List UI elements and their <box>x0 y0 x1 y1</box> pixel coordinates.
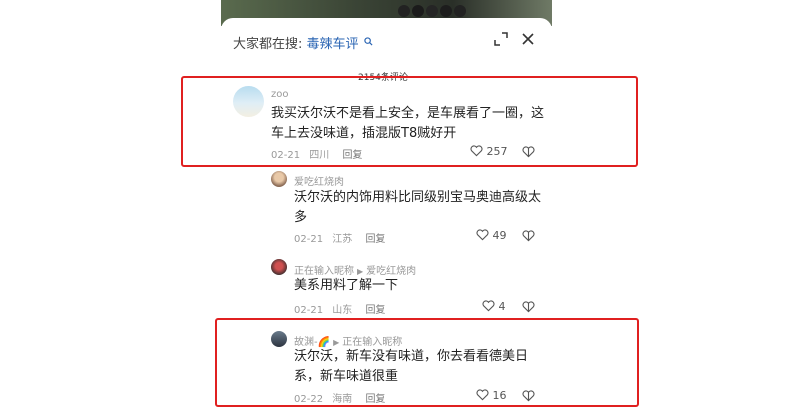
comment-location: 江苏 <box>332 234 353 245</box>
comment-text: 沃尔沃的内饰用料比同级别宝马奥迪高级太多 <box>294 190 542 225</box>
search-suggestion[interactable]: 大家都在搜: 毒辣车评 <box>233 33 373 52</box>
like-count: 49 <box>492 229 507 242</box>
comment-username-row: 正在输入昵称 ▶ 爱吃红烧肉 <box>294 262 416 277</box>
reply-button[interactable]: 回复 <box>365 305 385 316</box>
avatar[interactable] <box>271 259 287 275</box>
reply-arrow-icon: ▶ <box>357 267 364 276</box>
comment-meta: 02-21 江苏 回复 <box>294 230 385 245</box>
comment-location: 山东 <box>332 305 353 316</box>
like-count: 4 <box>498 300 506 313</box>
search-prefix: 大家都在搜: <box>233 37 303 52</box>
close-icon[interactable] <box>521 32 535 46</box>
comment-username[interactable]: 爱吃红烧肉 <box>294 173 344 188</box>
search-term-link[interactable]: 毒辣车评 <box>307 37 359 52</box>
dislike-icon[interactable] <box>522 301 535 313</box>
avatar[interactable] <box>271 171 287 187</box>
search-icon <box>364 37 373 46</box>
reply-button[interactable]: 回复 <box>365 234 385 245</box>
comment-date: 02-21 <box>294 234 324 245</box>
like-button[interactable]: 49 <box>476 229 507 242</box>
highlight-box <box>215 318 639 407</box>
like-button[interactable]: 4 <box>482 300 506 313</box>
heart-icon <box>476 229 489 241</box>
comment-text: 美系用料了解一下 <box>294 278 399 293</box>
highlight-box <box>181 76 638 167</box>
heart-icon <box>482 300 495 312</box>
comment-date: 02-21 <box>294 305 324 316</box>
comment-meta: 02-21 山东 回复 <box>294 301 385 316</box>
dislike-icon[interactable] <box>522 230 535 242</box>
expand-icon[interactable] <box>494 32 508 46</box>
